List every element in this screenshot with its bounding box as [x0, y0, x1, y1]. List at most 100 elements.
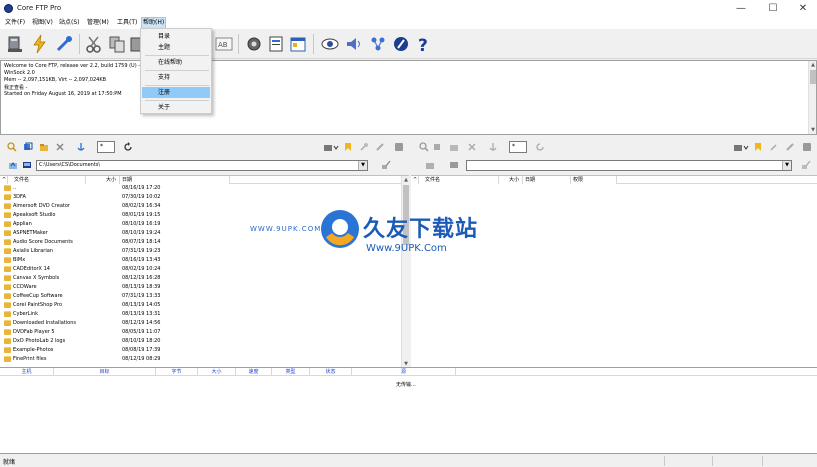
- queue-column-size[interactable]: 大小: [198, 368, 236, 376]
- transfer-dropdown-icon[interactable]: [323, 142, 339, 152]
- menu-sites[interactable]: 站点(S): [58, 17, 81, 29]
- remote-filter-input[interactable]: *: [509, 141, 527, 153]
- menu-view[interactable]: 视图(V): [31, 17, 54, 29]
- parent-folder-icon[interactable]: [8, 160, 18, 170]
- stop-icon[interactable]: [394, 142, 404, 152]
- chevron-down-icon[interactable]: ▼: [358, 161, 367, 170]
- help-menu-topics[interactable]: 主题: [142, 42, 210, 53]
- log-scrollbar[interactable]: ▲ ▼: [808, 61, 816, 134]
- tools-icon[interactable]: [785, 142, 795, 152]
- scroll-thumb[interactable]: [810, 70, 816, 84]
- file-row[interactable]: CoffeeCup Software 07/31/19 13:33: [0, 292, 409, 301]
- document-icon[interactable]: [266, 34, 286, 54]
- column-size[interactable]: 大小: [499, 176, 523, 184]
- file-row[interactable]: 3DFA 07/30/19 10:02: [0, 193, 409, 202]
- file-row[interactable]: Corel PaintShop Pro 08/13/19 14:05: [0, 301, 409, 310]
- file-row[interactable]: CCDWare 08/13/19 18:39: [0, 283, 409, 292]
- file-row[interactable]: DVDFab Player 5 08/05/19 11:07: [0, 328, 409, 337]
- refresh-icon[interactable]: [123, 142, 133, 152]
- upload-anchor-icon[interactable]: [76, 142, 86, 152]
- parent-folder-icon[interactable]: [425, 160, 435, 170]
- remote-file-list[interactable]: ^ 文件名 大小 日期 权限: [411, 175, 817, 367]
- quick-connect-icon[interactable]: [30, 34, 50, 54]
- sort-caret-icon[interactable]: ^: [411, 176, 419, 184]
- window-icon[interactable]: [288, 34, 308, 54]
- remote-path-combo[interactable]: ▼: [466, 160, 792, 171]
- new-folder-icon[interactable]: [39, 142, 49, 152]
- refresh-icon[interactable]: [535, 142, 545, 152]
- search-icon[interactable]: [419, 142, 429, 152]
- menu-manage[interactable]: 管理(M): [86, 17, 110, 29]
- file-row[interactable]: CADEditorX 14 08/02/19 10:24: [0, 265, 409, 274]
- bookmark-icon[interactable]: [343, 142, 353, 152]
- local-path-combo[interactable]: C:\Users\CS\Documents\ ▼: [36, 160, 368, 171]
- queue-column-status[interactable]: 状态: [310, 368, 352, 376]
- site-manager-icon[interactable]: [6, 34, 26, 54]
- scroll-up-icon[interactable]: ▲: [809, 61, 817, 69]
- help-menu-register[interactable]: 注册: [142, 87, 210, 98]
- pin-icon[interactable]: [769, 142, 779, 152]
- queue-column-speed[interactable]: 速度: [236, 368, 272, 376]
- close-button[interactable]: ✕: [788, 0, 817, 17]
- local-file-list[interactable]: ^ 文件名 大小 日期 .. 08/16/19 17:20 3DFA 07/30/1…: [0, 175, 409, 368]
- go-up-icon[interactable]: [381, 160, 391, 170]
- drive-icon[interactable]: [22, 160, 32, 170]
- settings-gear-icon[interactable]: [244, 34, 264, 54]
- tools-icon[interactable]: [375, 142, 385, 152]
- search-icon[interactable]: [7, 142, 17, 152]
- column-name[interactable]: 文件名: [419, 176, 499, 184]
- bookmark-icon[interactable]: [753, 142, 763, 152]
- maximize-button[interactable]: ☐: [758, 0, 788, 17]
- sound-icon[interactable]: [344, 34, 364, 54]
- column-date[interactable]: 日期: [523, 176, 571, 184]
- new-folder-icon[interactable]: [449, 142, 459, 152]
- scroll-down-icon[interactable]: ▼: [809, 126, 817, 134]
- about-logo-icon[interactable]: [391, 34, 411, 54]
- help-question-icon[interactable]: ?: [413, 34, 433, 56]
- queue-column-type[interactable]: 类型: [272, 368, 310, 376]
- pin-icon[interactable]: [359, 142, 369, 152]
- copy-files-icon[interactable]: [23, 142, 33, 152]
- minimize-button[interactable]: —: [726, 0, 756, 17]
- disconnect-icon[interactable]: [54, 34, 74, 54]
- menu-tools[interactable]: 工具(T): [116, 17, 138, 29]
- queue-column-host[interactable]: 主机: [0, 368, 54, 376]
- delete-icon[interactable]: [467, 142, 477, 152]
- transfer-queue[interactable]: 无传输...: [0, 376, 817, 454]
- stop-icon[interactable]: [802, 142, 812, 152]
- go-up-icon[interactable]: [801, 160, 811, 170]
- queue-column-target[interactable]: 目标: [54, 368, 156, 376]
- menu-file[interactable]: 文件(F): [4, 17, 26, 29]
- help-menu-support[interactable]: 支持: [142, 72, 210, 83]
- file-row[interactable]: CyberLink 08/13/19 13:31: [0, 310, 409, 319]
- local-filter-input[interactable]: *: [97, 141, 115, 153]
- queue-column-source[interactable]: 源: [352, 368, 456, 376]
- queue-column-bytes[interactable]: 字节: [156, 368, 198, 376]
- scroll-up-icon[interactable]: ▲: [402, 176, 410, 184]
- column-date[interactable]: 日期: [120, 176, 230, 184]
- drive-icon[interactable]: [449, 160, 459, 170]
- view-eye-icon[interactable]: [320, 34, 340, 54]
- file-row[interactable]: Example-Photos 08/08/19 17:39: [0, 346, 409, 355]
- delete-icon[interactable]: [55, 142, 65, 152]
- chevron-down-icon[interactable]: ▼: [782, 161, 791, 170]
- local-scrollbar[interactable]: ▲ ▼: [401, 176, 409, 368]
- ascii-mode-icon[interactable]: AB: [214, 34, 234, 54]
- file-row[interactable]: DxO PhotoLab 2 logs 08/10/19 18:20: [0, 337, 409, 346]
- copy-icon[interactable]: [107, 34, 127, 54]
- transfer-dropdown-icon[interactable]: [733, 142, 749, 152]
- help-menu-online-help[interactable]: 在线帮助: [142, 57, 210, 68]
- download-anchor-icon[interactable]: [488, 142, 498, 152]
- file-row[interactable]: Canvas X Symbols 08/12/19 16:28: [0, 274, 409, 283]
- copy-files-icon[interactable]: [433, 142, 443, 152]
- column-name[interactable]: 文件名: [8, 176, 86, 184]
- help-menu-contents[interactable]: 目录: [142, 31, 210, 42]
- cut-icon[interactable]: [84, 34, 104, 54]
- help-menu-about[interactable]: 关于: [142, 102, 210, 113]
- network-icon[interactable]: [368, 34, 388, 54]
- file-row[interactable]: FinePrint files 08/12/19 08:29: [0, 355, 409, 364]
- column-permissions[interactable]: 权限: [571, 176, 617, 184]
- file-row[interactable]: Downloaded Installations 08/12/19 14:56: [0, 319, 409, 328]
- column-size[interactable]: 大小: [86, 176, 120, 184]
- file-row[interactable]: .. 08/16/19 17:20: [0, 184, 409, 193]
